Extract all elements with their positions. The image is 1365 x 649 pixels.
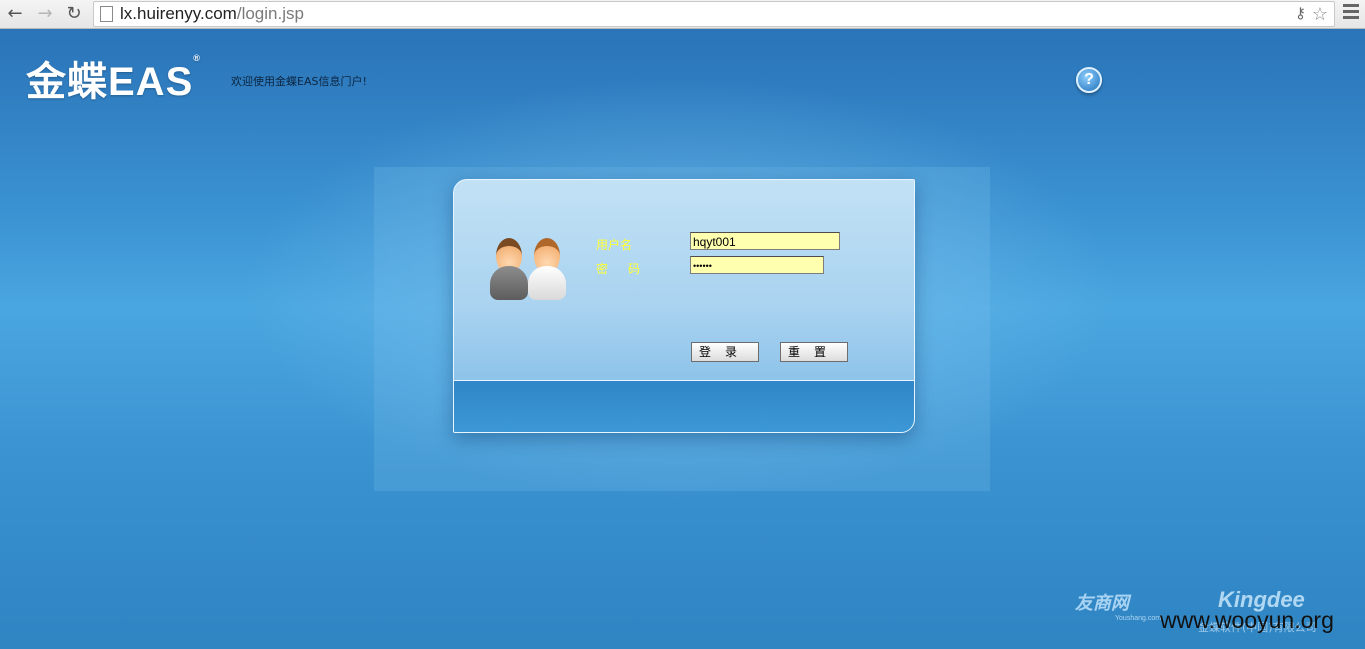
key-icon[interactable]: ⚷ (1295, 2, 1306, 26)
card-footer (454, 380, 914, 432)
help-icon[interactable]: ? (1076, 67, 1102, 93)
users-illustration (490, 236, 570, 306)
watermark-text: www.wooyun.org (1160, 607, 1334, 633)
username-label: 用户名 (596, 238, 633, 252)
forward-icon[interactable]: → (34, 3, 56, 24)
page-icon (100, 6, 113, 22)
menu-icon[interactable] (1343, 4, 1359, 22)
page-content: 金蝶EAS® 欢迎使用金蝶EAS信息门户! ? 用户名 密码 hqyt001 •… (0, 29, 1365, 649)
url-text: lx.huirenyy.com/login.jsp (120, 4, 304, 23)
back-icon[interactable]: ← (4, 3, 26, 24)
reset-button[interactable]: 重置 (780, 342, 848, 362)
youshang-logo: 友商网 Youshang.com (1075, 593, 1162, 622)
username-input[interactable]: hqyt001 (690, 232, 840, 250)
address-bar[interactable]: lx.huirenyy.com/login.jsp ⚷ ☆ (93, 1, 1335, 27)
login-button[interactable]: 登录 (691, 342, 759, 362)
login-card: 用户名 密码 hqyt001 •••••• 登录 重置 (453, 179, 915, 433)
star-icon[interactable]: ☆ (1312, 2, 1328, 26)
password-input[interactable]: •••••• (690, 256, 824, 274)
man-avatar-icon (490, 236, 528, 304)
eas-logo: 金蝶EAS® (26, 53, 201, 104)
browser-toolbar: ← → ↻ lx.huirenyy.com/login.jsp ⚷ ☆ (0, 0, 1365, 29)
password-label: 密码 (596, 262, 661, 276)
reload-icon[interactable]: ↻ (63, 3, 85, 24)
woman-avatar-icon (528, 236, 566, 304)
welcome-text: 欢迎使用金蝶EAS信息门户! (231, 75, 367, 88)
